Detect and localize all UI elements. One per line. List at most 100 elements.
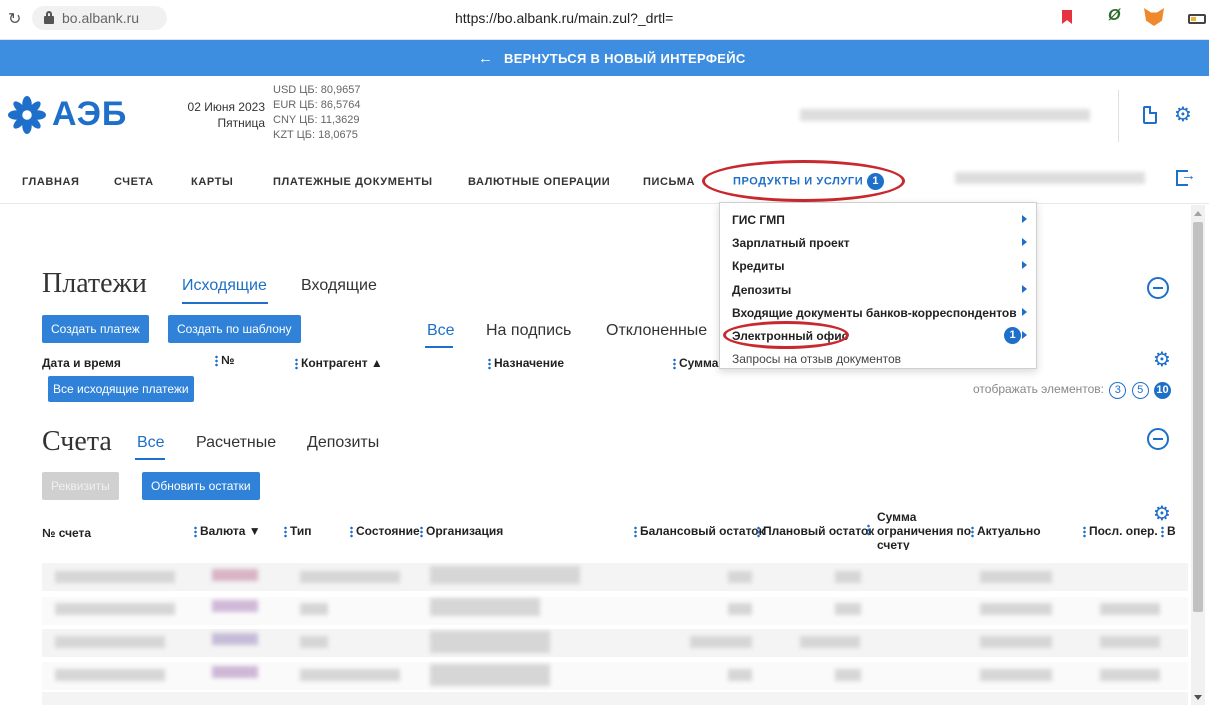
column-date-time[interactable]: Дата и время: [42, 356, 121, 370]
filter-all-underline: [425, 346, 453, 348]
lock-icon: [44, 11, 54, 24]
column-purpose[interactable]: Назначение: [488, 356, 564, 370]
column-drag-handle[interactable]: [1161, 525, 1164, 538]
redacted-cell: [728, 669, 752, 681]
column-actual[interactable]: Актуально: [971, 524, 1041, 538]
settings-gear-icon[interactable]: ⚙: [1174, 105, 1192, 125]
page-size-label: отображать элементов:: [973, 382, 1105, 396]
current-date: 02 Июня 2023 Пятница: [170, 99, 265, 131]
column-planned-balance[interactable]: Плановый остаток: [757, 524, 874, 538]
highlight-oval-electronic-office: [723, 321, 849, 349]
redacted-cell: [1100, 636, 1160, 648]
metamask-icon[interactable]: [1144, 8, 1164, 26]
requisites-button[interactable]: Реквизиты: [42, 472, 119, 500]
page-size-5[interactable]: 5: [1131, 382, 1149, 399]
nav-currency-operations[interactable]: ВАЛЮТНЫЕ ОПЕРАЦИИ: [468, 176, 610, 188]
collapse-payments-icon[interactable]: [1147, 277, 1169, 299]
column-counterparty[interactable]: Контрагент ▲: [295, 356, 383, 370]
menu-item-gis-gmp[interactable]: ГИС ГМП: [732, 213, 785, 227]
column-restriction-amount[interactable]: Сумма ограничения по счету: [867, 510, 973, 550]
create-payment-button[interactable]: Создать платеж: [42, 315, 149, 343]
reload-icon[interactable]: ↻: [8, 9, 21, 29]
filter-rejected[interactable]: Отклоненные: [606, 322, 707, 340]
filter-all[interactable]: Все: [427, 322, 455, 340]
column-drag-handle[interactable]: [1083, 525, 1086, 538]
tab-incoming[interactable]: Входящие: [301, 277, 377, 295]
menu-item-deposits[interactable]: Депозиты: [732, 283, 791, 297]
redacted-cell: [430, 664, 550, 686]
menu-item-document-recall-requests[interactable]: Запросы на отзыв документов: [732, 352, 901, 366]
scrollbar-thumb[interactable]: [1193, 222, 1203, 612]
column-organization[interactable]: Организация: [420, 524, 503, 538]
accounts-title: Счета: [42, 426, 112, 457]
page-size-3[interactable]: 3: [1109, 382, 1127, 399]
column-drag-handle[interactable]: [295, 357, 298, 370]
return-to-new-interface-banner[interactable]: ← ВЕРНУТЬСЯ В НОВЫЙ ИНТЕРФЕЙС: [0, 40, 1209, 76]
tab-all-accounts[interactable]: Все: [137, 434, 165, 452]
bookmark-icon[interactable]: [1062, 10, 1072, 24]
column-drag-handle[interactable]: [284, 525, 287, 538]
column-drag-handle[interactable]: [194, 525, 197, 538]
column-drag-handle[interactable]: [867, 524, 870, 536]
address-hostname[interactable]: bo.albank.ru: [62, 10, 139, 26]
column-more[interactable]: В: [1161, 524, 1176, 538]
logout-icon[interactable]: [1176, 167, 1196, 186]
column-currency[interactable]: Валюта ▼: [194, 524, 261, 538]
submenu-arrow-icon: [1022, 285, 1027, 293]
page-url: https://bo.albank.ru/main.zul?_drtl=: [455, 10, 674, 26]
column-status[interactable]: Состояние: [350, 524, 420, 538]
menu-item-credits[interactable]: Кредиты: [732, 259, 784, 273]
return-to-new-interface-link[interactable]: ВЕРНУТЬСЯ В НОВЫЙ ИНТЕРФЕЙС: [504, 51, 746, 66]
column-account-number[interactable]: № счета: [42, 526, 91, 540]
column-number[interactable]: №: [215, 353, 234, 367]
redacted-cell: [835, 571, 861, 583]
page-size-10[interactable]: 10: [1154, 382, 1172, 399]
column-currency-label: Валюта ▼: [200, 524, 261, 538]
column-drag-handle[interactable]: [420, 525, 423, 538]
column-drag-handle[interactable]: [971, 525, 974, 538]
column-drag-handle[interactable]: [215, 354, 218, 367]
column-drag-handle[interactable]: [673, 357, 676, 370]
collapse-accounts-icon[interactable]: [1147, 428, 1169, 450]
tab-settlement-accounts[interactable]: Расчетные: [196, 434, 276, 452]
redacted-cell: [212, 633, 258, 645]
battery-icon: [1188, 14, 1206, 24]
all-outgoing-payments-button[interactable]: Все исходящие платежи: [48, 376, 194, 402]
column-type[interactable]: Тип: [284, 524, 312, 538]
nav-main[interactable]: ГЛАВНАЯ: [22, 176, 80, 188]
nav-accounts[interactable]: СЧЕТА: [114, 176, 154, 188]
nav-cards[interactable]: КАРТЫ: [191, 176, 233, 188]
redacted-cell: [212, 569, 258, 581]
column-drag-handle[interactable]: [488, 357, 491, 370]
tab-deposit-accounts[interactable]: Депозиты: [307, 434, 379, 452]
filter-to-sign[interactable]: На подпись: [486, 322, 571, 340]
bank-logo-text[interactable]: АЭБ: [52, 95, 127, 134]
tab-all-accounts-underline: [135, 458, 165, 460]
create-from-template-button[interactable]: Создать по шаблону: [168, 315, 301, 343]
extension-icon[interactable]: Ø: [1108, 7, 1120, 25]
redacted-cell: [55, 636, 165, 648]
table-row[interactable]: [42, 692, 1188, 705]
redacted-cell: [690, 636, 752, 648]
scroll-down-arrow-icon[interactable]: [1194, 695, 1202, 700]
nav-payment-documents[interactable]: ПЛАТЕЖНЫЕ ДОКУМЕНТЫ: [273, 176, 433, 188]
rate-eur: EUR ЦБ: 86,5764: [273, 99, 361, 111]
tab-outgoing[interactable]: Исходящие: [182, 277, 267, 295]
menu-item-salary-project[interactable]: Зарплатный проект: [732, 236, 850, 250]
column-balance[interactable]: Балансовый остаток: [634, 524, 765, 538]
payments-settings-gear-icon[interactable]: ⚙: [1153, 350, 1171, 370]
column-drag-handle[interactable]: [350, 525, 353, 538]
column-more-label: В: [1167, 524, 1176, 538]
refresh-balances-button[interactable]: Обновить остатки: [142, 472, 260, 500]
document-icon[interactable]: [1143, 106, 1157, 124]
scroll-up-arrow-icon[interactable]: [1194, 211, 1202, 216]
menu-item-correspondent-bank-documents[interactable]: Входящие документы банков-корреспонденто…: [732, 306, 1017, 320]
user-name-redacted: [955, 172, 1145, 184]
nav-letters[interactable]: ПИСЬМА: [643, 176, 695, 188]
column-last-operation[interactable]: Посл. опер.: [1083, 524, 1158, 538]
column-drag-handle[interactable]: [757, 525, 760, 538]
accounts-settings-gear-icon[interactable]: ⚙: [1153, 504, 1171, 524]
column-drag-handle[interactable]: [634, 525, 637, 538]
column-purpose-label: Назначение: [494, 356, 565, 370]
column-balance-label: Балансовый остаток: [640, 524, 765, 538]
